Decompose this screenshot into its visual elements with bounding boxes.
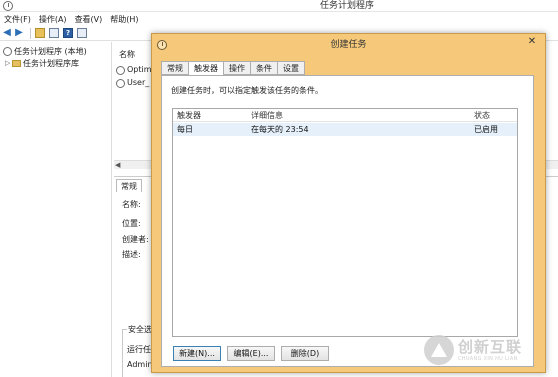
menu-help[interactable]: 帮助(H) <box>106 13 142 26</box>
watermark-cn: 创新互联 <box>458 337 523 356</box>
task-icon <box>116 65 125 75</box>
watermark-text: 创新互联 CHUANG XIN HU LIAN <box>458 337 523 362</box>
folder-icon <box>12 60 21 67</box>
trigger-button-row: 新建(N)... 编辑(E)... 删除(D) <box>173 346 335 361</box>
expand-caret-icon[interactable]: ▷ <box>5 58 11 69</box>
show-hide-tree-icon[interactable] <box>49 28 59 38</box>
detail-label-name: 名称: <box>122 200 141 209</box>
triggers-panel: 创建任务时，可以指定触发该任务的条件。 触发器 详细信息 状态 每日 在每天的 … <box>161 75 534 367</box>
watermark-logo-icon <box>424 335 454 365</box>
tab-general[interactable]: 常规 <box>116 179 142 192</box>
help-icon[interactable]: ? <box>63 28 73 38</box>
task-name: Optim <box>127 65 152 74</box>
tab-actions[interactable]: 操作 <box>223 61 250 75</box>
window-title: 任务计划程序 <box>320 1 375 11</box>
run-as-label: 运行任 <box>127 345 151 354</box>
trigger-details: 在每天的 23:54 <box>251 125 309 134</box>
dialog-tabs: 常规 触发器 操作 条件 设置 <box>161 61 305 76</box>
security-group-label: 安全选 <box>127 324 153 335</box>
forward-arrow-icon[interactable]: ▶ <box>14 28 24 38</box>
clock-icon <box>3 47 12 56</box>
detail-label-description: 描述: <box>122 250 141 259</box>
table-header: 触发器 详细信息 状态 <box>173 109 517 122</box>
list-item[interactable]: User_ <box>116 77 149 89</box>
column-header-trigger[interactable]: 触发器 <box>177 109 201 122</box>
delete-trigger-button[interactable]: 删除(D) <box>281 346 329 361</box>
column-header-status[interactable]: 状态 <box>474 109 490 122</box>
tab-settings[interactable]: 设置 <box>277 61 305 75</box>
toolbar-separator <box>30 27 31 39</box>
scroll-left-icon[interactable]: ◀ <box>115 161 120 170</box>
tree-item-root[interactable]: 任务计划程序 (本地) <box>3 46 87 57</box>
dialog-title: 创建任务 <box>330 40 367 50</box>
tab-triggers[interactable]: 触发器 <box>188 61 223 76</box>
tab-conditions[interactable]: 条件 <box>250 61 277 75</box>
edit-trigger-button[interactable]: 编辑(E)... <box>227 346 275 361</box>
properties-icon[interactable] <box>77 28 87 38</box>
close-icon[interactable]: ✕ <box>519 34 545 51</box>
table-row[interactable]: 每日 在每天的 23:54 已启用 <box>173 123 517 136</box>
tab-general[interactable]: 常规 <box>161 61 188 75</box>
triggers-description: 创建任务时，可以指定触发该任务的条件。 <box>171 86 323 95</box>
list-item[interactable]: Optim <box>116 64 152 76</box>
task-icon <box>116 78 125 88</box>
trigger-status: 已启用 <box>474 125 498 134</box>
new-trigger-button[interactable]: 新建(N)... <box>173 346 221 361</box>
back-arrow-icon[interactable]: ◀ <box>2 28 12 38</box>
watermark: 创新互联 CHUANG XIN HU LIAN <box>424 330 522 370</box>
menu-action[interactable]: 操作(A) <box>35 13 71 26</box>
trigger-type: 每日 <box>177 125 193 134</box>
folder-up-icon[interactable] <box>35 28 45 38</box>
tree-item-library[interactable]: ▷ 任务计划程序库 <box>5 58 79 69</box>
tree-item-label: 任务计划程序 (本地) <box>14 47 87 56</box>
navigation-tree: 任务计划程序 (本地) ▷ 任务计划程序库 <box>0 42 112 377</box>
menu-view[interactable]: 查看(V) <box>71 13 107 26</box>
column-header-details[interactable]: 详细信息 <box>251 109 283 122</box>
create-task-dialog: 创建任务 ✕ 常规 触发器 操作 条件 设置 创建任务时，可以指定触发该任务的条… <box>151 33 546 373</box>
detail-label-author: 创建者: <box>122 235 149 244</box>
triggers-table: 触发器 详细信息 状态 每日 在每天的 23:54 已启用 <box>172 108 518 337</box>
column-header-name[interactable]: 名称 <box>114 49 154 61</box>
watermark-en: CHUANG XIN HU LIAN <box>458 355 518 362</box>
menu-bar: 文件(F) 操作(A) 查看(V) 帮助(H) <box>0 13 558 26</box>
clock-icon <box>3 1 13 11</box>
run-as-user: Admin <box>127 360 153 369</box>
menu-file[interactable]: 文件(F) <box>0 13 35 26</box>
task-name: User_ <box>127 78 150 87</box>
dialog-title-bar[interactable]: 创建任务 ✕ <box>152 34 545 56</box>
title-bar: 任务计划程序 <box>0 0 558 12</box>
detail-label-location: 位置: <box>122 219 141 228</box>
tree-item-label: 任务计划程序库 <box>23 59 79 68</box>
